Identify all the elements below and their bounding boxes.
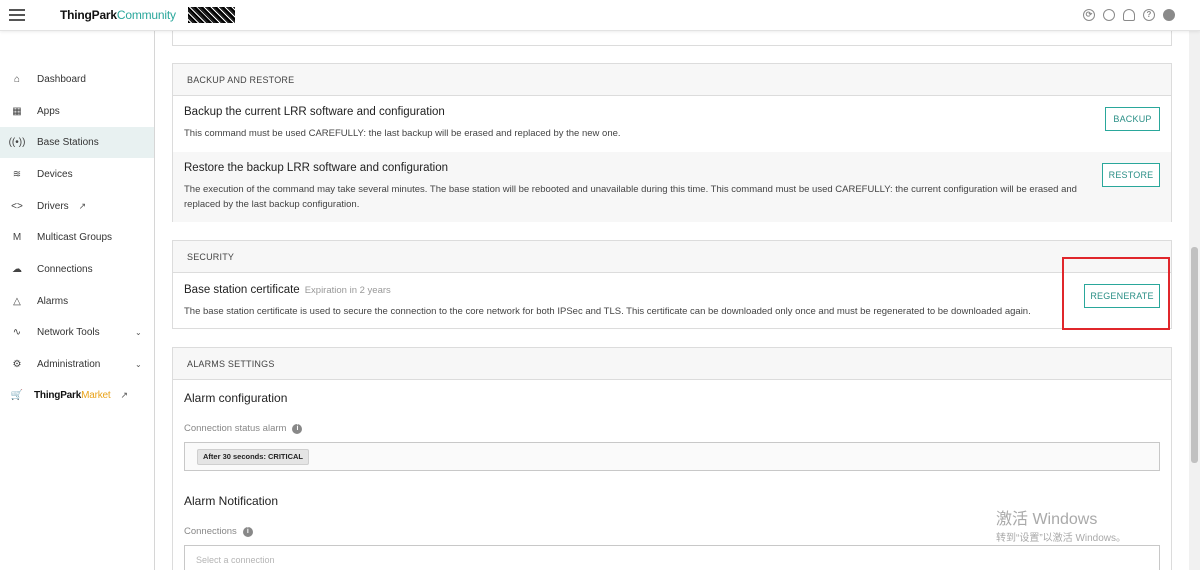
certificate-description: The base station certificate is used to … bbox=[184, 306, 1031, 317]
sidebar-item-base-stations[interactable]: ((•)) Base Stations bbox=[0, 127, 154, 158]
connections-label-line: Connections i bbox=[184, 526, 253, 537]
search-icon[interactable] bbox=[1103, 9, 1115, 21]
waveform-icon: ∿ bbox=[12, 327, 22, 338]
chevron-down-icon: ⌄ bbox=[135, 328, 142, 337]
sidebar-item-alarms[interactable]: △ Alarms bbox=[0, 286, 154, 317]
sidebar-item-label: Apps bbox=[37, 106, 60, 117]
top-bar: ThingParkCommunity ⟳ ? bbox=[0, 0, 1200, 31]
bell-icon[interactable] bbox=[1123, 9, 1135, 21]
sidebar-item-administration[interactable]: ⚙ Administration ⌄ bbox=[0, 349, 154, 380]
regenerate-highlight-box bbox=[1062, 257, 1170, 330]
certificate-expiry: Expiration in 2 years bbox=[304, 285, 391, 296]
connections-select[interactable]: Select a connection bbox=[184, 545, 1160, 570]
restore-row: Restore the backup LRR software and conf… bbox=[173, 152, 1171, 222]
refresh-icon[interactable]: ⟳ bbox=[1083, 9, 1095, 21]
restore-description: The execution of the command may take se… bbox=[184, 184, 1077, 210]
user-icon[interactable] bbox=[1163, 9, 1175, 21]
top-toolbar: ⟳ ? bbox=[1083, 9, 1175, 21]
backup-restore-heading: BACKUP AND RESTORE bbox=[173, 64, 1171, 96]
connection-status-label-line: Connection status alarm i bbox=[184, 423, 303, 434]
watermark-line-2: 转到“设置”以激活 Windows。 bbox=[996, 533, 1127, 544]
sidebar-item-label: Alarms bbox=[37, 296, 69, 307]
hamburger-menu-icon[interactable] bbox=[9, 9, 25, 21]
sidebar-item-dashboard[interactable]: ⌂ Dashboard bbox=[0, 64, 154, 95]
alarm-configuration-title: Alarm configuration bbox=[184, 391, 288, 405]
info-icon[interactable]: i bbox=[292, 424, 303, 434]
info-icon[interactable]: i bbox=[242, 527, 253, 537]
connections-placeholder: Select a connection bbox=[196, 555, 275, 565]
windows-activation-watermark: 激活 Windows 转到“设置”以激活 Windows。 bbox=[996, 505, 1126, 544]
sidebar-item-thingpark-market[interactable]: 🛒 ThingParkMarket ↗ bbox=[0, 380, 154, 411]
code-icon: <> bbox=[11, 201, 23, 212]
alarm-notification-title: Alarm Notification bbox=[184, 494, 279, 508]
alarms-settings-heading: ALARMS SETTINGS bbox=[173, 348, 1171, 380]
restore-title: Restore the backup LRR software and conf… bbox=[184, 162, 449, 174]
organization-logo bbox=[188, 7, 235, 23]
multicast-icon: M bbox=[12, 232, 22, 243]
restore-button[interactable]: RESTORE bbox=[1102, 163, 1160, 187]
certificate-title-line: Base station certificate Expiration in 2 … bbox=[184, 284, 391, 296]
gear-icon: ⚙ bbox=[12, 359, 22, 370]
sidebar-item-label: Multicast Groups bbox=[37, 232, 113, 243]
sidebar: ⌂ Dashboard ▦ Apps ((•)) Base Stations ≋… bbox=[0, 31, 155, 570]
apps-icon: ▦ bbox=[12, 106, 22, 117]
page-scrollbar[interactable] bbox=[1189, 31, 1200, 570]
scrollbar-thumb[interactable] bbox=[1191, 247, 1198, 463]
previous-panel bbox=[172, 31, 1172, 46]
backup-button[interactable]: BACKUP bbox=[1105, 107, 1160, 131]
sidebar-item-label: Connections bbox=[37, 264, 93, 275]
security-heading: SECURITY bbox=[173, 241, 1171, 273]
external-link-icon: ↗ bbox=[120, 390, 129, 400]
home-icon: ⌂ bbox=[13, 74, 21, 85]
sidebar-item-label: ThingParkMarket ↗ bbox=[34, 390, 129, 401]
sidebar-item-label: Drivers ↗ bbox=[37, 201, 87, 212]
connection-status-select[interactable]: After 30 seconds: CRITICAL bbox=[184, 442, 1160, 471]
cart-icon: 🛒 bbox=[10, 390, 24, 401]
external-link-icon: ↗ bbox=[78, 201, 87, 211]
help-icon[interactable]: ? bbox=[1143, 9, 1155, 21]
sidebar-item-apps[interactable]: ▦ Apps bbox=[0, 96, 154, 127]
sidebar-item-label: Network Tools bbox=[37, 327, 100, 338]
backup-restore-panel: BACKUP AND RESTORE Backup the current LR… bbox=[172, 63, 1172, 222]
sidebar-item-label: Base Stations bbox=[37, 137, 99, 148]
watermark-line-1: 激活 Windows bbox=[996, 511, 1098, 528]
certificate-title: Base station certificate bbox=[184, 284, 300, 296]
antenna-icon: ((•)) bbox=[8, 137, 26, 148]
alarm-icon: △ bbox=[13, 296, 21, 307]
cloud-icon: ☁ bbox=[12, 264, 22, 275]
sidebar-item-label: Devices bbox=[37, 169, 73, 180]
status-chip[interactable]: After 30 seconds: CRITICAL bbox=[197, 449, 310, 465]
sidebar-item-label: Dashboard bbox=[37, 74, 86, 85]
backup-row: Backup the current LRR software and conf… bbox=[173, 96, 1171, 152]
backup-title: Backup the current LRR software and conf… bbox=[184, 106, 445, 118]
app-logo[interactable]: ThingParkCommunity bbox=[60, 8, 176, 22]
backup-description: This command must be used CAREFULLY: the… bbox=[184, 128, 621, 139]
sidebar-item-devices[interactable]: ≋ Devices bbox=[0, 159, 154, 190]
chevron-down-icon: ⌄ bbox=[135, 360, 142, 369]
connection-status-label: Connection status alarm bbox=[184, 423, 287, 434]
main-content: BACKUP AND RESTORE Backup the current LR… bbox=[155, 31, 1189, 570]
security-panel: SECURITY Base station certificate Expirat… bbox=[172, 240, 1172, 329]
certificate-row: Base station certificate Expiration in 2 … bbox=[173, 273, 1171, 329]
sidebar-item-network-tools[interactable]: ∿ Network Tools ⌄ bbox=[0, 317, 154, 348]
connections-label: Connections bbox=[184, 526, 237, 537]
sidebar-item-drivers[interactable]: <> Drivers ↗ bbox=[0, 191, 154, 222]
sidebar-item-connections[interactable]: ☁ Connections bbox=[0, 254, 154, 285]
sidebar-item-label: Administration bbox=[37, 359, 101, 370]
sidebar-item-multicast-groups[interactable]: M Multicast Groups bbox=[0, 222, 154, 253]
device-icon: ≋ bbox=[12, 169, 22, 180]
